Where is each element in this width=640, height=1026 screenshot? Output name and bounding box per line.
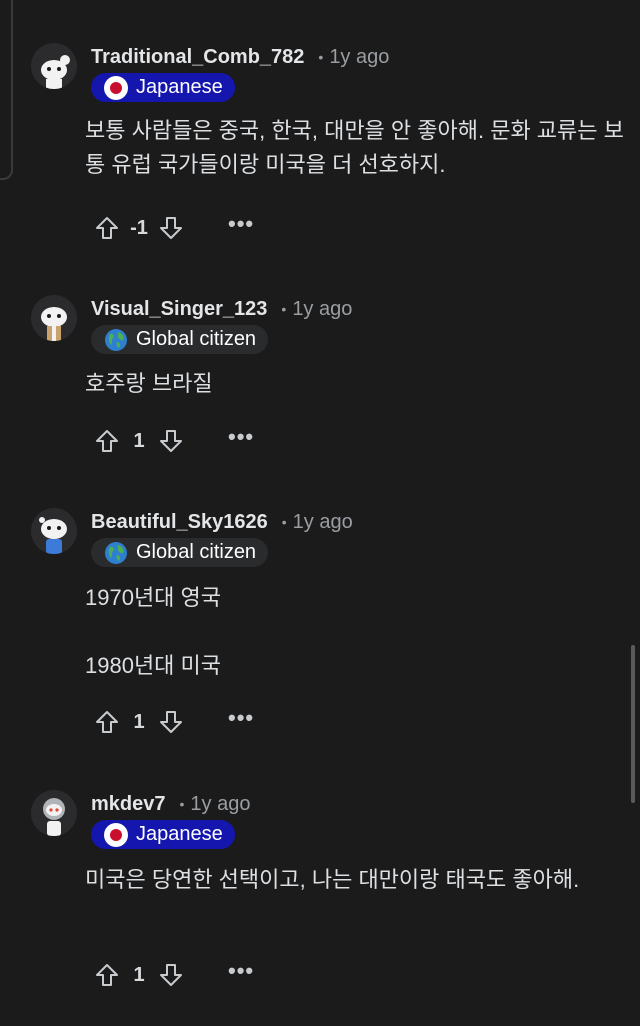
- comment-thread: Traditional_Comb_782 • 1y ago Japanese 보…: [0, 0, 640, 1026]
- comment-body: 호주랑 브라질: [85, 367, 625, 401]
- upvote-icon[interactable]: [92, 960, 122, 990]
- flair-label: Global citizen: [136, 328, 257, 350]
- comment-paragraph: 1980년대 미국: [85, 653, 222, 678]
- comment-header: mkdev7 • 1y ago: [91, 790, 250, 818]
- japan-flag-icon: [104, 75, 128, 100]
- comment-actions: 1 •••: [92, 425, 254, 457]
- flair-label: Japanese: [136, 823, 223, 845]
- username[interactable]: Beautiful_Sky1626: [91, 511, 268, 534]
- user-flair: Global citizen: [91, 538, 269, 567]
- comment-paragraph: 호주랑 브라질: [85, 371, 213, 396]
- comment-actions: 1 •••: [92, 706, 254, 738]
- upvote-icon[interactable]: [92, 213, 122, 243]
- flair-label: Global citizen: [136, 541, 257, 563]
- downvote-icon[interactable]: [156, 960, 186, 990]
- downvote-icon[interactable]: [156, 213, 186, 243]
- upvote-icon[interactable]: [92, 426, 122, 456]
- comment-paragraph: 보통 사람들은 중국, 한국, 대만을 안 좋아해. 문화 교류는 보통 유럽 …: [85, 118, 624, 177]
- more-options-icon[interactable]: •••: [228, 960, 254, 982]
- timestamp: 1y ago: [292, 297, 353, 320]
- comment-paragraph: 1970년대 영국: [85, 585, 222, 610]
- separator-dot: •: [318, 49, 324, 65]
- comment-body: 보통 사람들은 중국, 한국, 대만을 안 좋아해. 문화 교류는 보통 유럽 …: [85, 114, 625, 182]
- vote-score: 1: [133, 429, 145, 452]
- vote-score: 1: [133, 710, 145, 733]
- username[interactable]: mkdev7: [91, 793, 166, 816]
- user-flair: Global citizen: [91, 325, 269, 354]
- comment-paragraph: 미국은 당연한 선택이고, 나는 대만이랑 태국도 좋아해.: [85, 867, 580, 892]
- globe-icon: [105, 541, 127, 564]
- timestamp: 1y ago: [190, 792, 251, 815]
- vote-score: -1: [130, 216, 148, 239]
- user-flair: Japanese: [91, 73, 235, 102]
- thread-line: [0, 0, 13, 180]
- username[interactable]: Traditional_Comb_782: [91, 46, 304, 69]
- flair-label: Japanese: [136, 76, 223, 98]
- user-flair: Japanese: [91, 820, 235, 849]
- avatar[interactable]: [31, 790, 77, 836]
- more-options-icon[interactable]: •••: [228, 426, 254, 448]
- vote-score: 1: [133, 963, 145, 986]
- username[interactable]: Visual_Singer_123: [91, 298, 267, 321]
- comment-body: 1970년대 영국 1980년대 미국: [85, 581, 625, 683]
- timestamp: 1y ago: [329, 45, 390, 68]
- timestamp: 1y ago: [292, 510, 353, 533]
- separator-dot: •: [281, 514, 287, 530]
- avatar[interactable]: [31, 295, 77, 341]
- separator-dot: •: [179, 796, 185, 812]
- avatar[interactable]: [31, 508, 77, 554]
- avatar[interactable]: [31, 43, 77, 89]
- downvote-icon[interactable]: [156, 426, 186, 456]
- comment-body: 미국은 당연한 선택이고, 나는 대만이랑 태국도 좋아해.: [85, 863, 625, 897]
- japan-flag-icon: [104, 822, 128, 847]
- downvote-icon[interactable]: [156, 707, 186, 737]
- scrollbar[interactable]: [631, 645, 635, 803]
- more-options-icon[interactable]: •••: [228, 213, 254, 235]
- comment-header: Traditional_Comb_782 • 1y ago: [91, 43, 389, 71]
- comment-header: Visual_Singer_123 • 1y ago: [91, 295, 352, 323]
- globe-icon: [105, 328, 127, 351]
- separator-dot: •: [281, 301, 287, 317]
- comment-header: Beautiful_Sky1626 • 1y ago: [91, 508, 353, 536]
- comment-actions: -1 •••: [92, 212, 254, 244]
- comment-actions: 1 •••: [92, 959, 254, 991]
- upvote-icon[interactable]: [92, 707, 122, 737]
- more-options-icon[interactable]: •••: [228, 707, 254, 729]
